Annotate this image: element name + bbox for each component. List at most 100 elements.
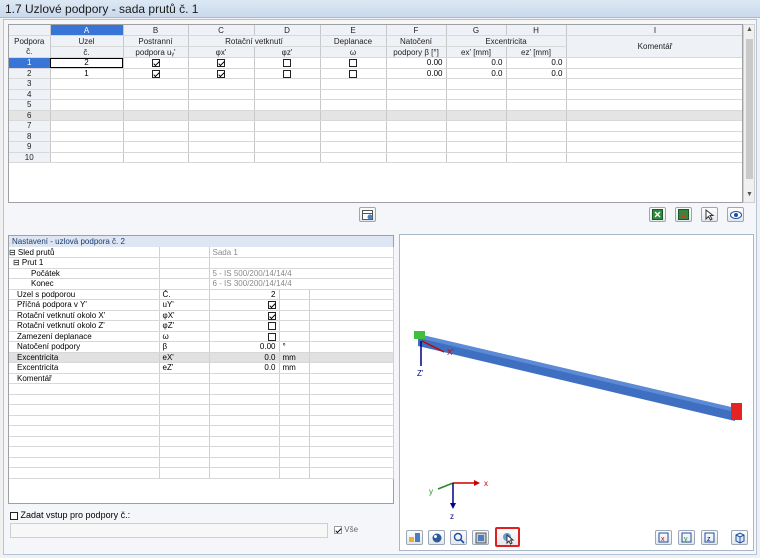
rotation-beta-cell[interactable] xyxy=(386,152,447,163)
warping-cell[interactable] xyxy=(320,68,387,79)
ecc-x-cell[interactable] xyxy=(446,152,507,163)
comment-cell[interactable] xyxy=(566,120,742,132)
row-number[interactable]: 1 xyxy=(9,57,51,69)
lateral-support-cell[interactable] xyxy=(123,68,189,79)
row-number[interactable]: 10 xyxy=(9,152,51,163)
rotation-z-cell[interactable] xyxy=(254,131,321,142)
all-checkbox[interactable]: Vše xyxy=(334,525,358,534)
col-letter-a[interactable]: A xyxy=(50,25,124,36)
row-number[interactable]: 9 xyxy=(9,141,51,153)
rotation-beta-cell[interactable]: 0.00 xyxy=(386,57,447,69)
ecc-z-cell[interactable] xyxy=(506,110,567,121)
warping-cell[interactable] xyxy=(320,99,387,111)
pick-button[interactable] xyxy=(701,207,718,222)
ecc-z-cell[interactable] xyxy=(506,120,567,132)
comment-cell[interactable] xyxy=(566,89,742,100)
lateral-support-cell[interactable] xyxy=(123,131,189,142)
col-letter-d[interactable]: D xyxy=(254,25,321,36)
view-z-button[interactable]: z xyxy=(701,530,718,545)
rotation-beta-cell[interactable]: 0.00 xyxy=(386,68,447,79)
rotation-beta-cell[interactable] xyxy=(386,99,447,111)
settings-row[interactable]: Natočení podpory β 0.00 ° xyxy=(9,341,394,353)
rotation-x-cell-checkbox[interactable] xyxy=(217,59,225,68)
rotation-x-cell-checkbox[interactable] xyxy=(217,69,225,78)
ecc-z-cell[interactable] xyxy=(506,78,567,90)
settings-value[interactable]: 2 xyxy=(209,289,280,300)
warping-cell[interactable] xyxy=(320,131,387,142)
lateral-support-cell[interactable] xyxy=(123,89,189,100)
lateral-support-cell[interactable] xyxy=(123,99,189,111)
warping-cell-checkbox[interactable] xyxy=(349,69,357,78)
rotation-x-cell[interactable] xyxy=(188,152,255,163)
settings-row[interactable]: Excentricita eX' 0.0 mm xyxy=(9,352,394,363)
col-letter-h[interactable]: H xyxy=(506,25,567,36)
rotation-z-cell[interactable] xyxy=(254,99,321,111)
settings-checkbox[interactable] xyxy=(267,301,276,310)
table-row[interactable]: 9 xyxy=(9,141,742,153)
table-row[interactable]: 3 xyxy=(9,78,742,90)
ecc-x-cell[interactable] xyxy=(446,99,507,111)
view-members-button[interactable] xyxy=(406,530,423,545)
settings-row[interactable]: Uzel s podporou Č. 2 xyxy=(9,289,394,300)
view-x-button[interactable]: x xyxy=(655,530,672,545)
input-checkbox-box[interactable] xyxy=(10,511,18,520)
member-preview[interactable]: X' Z' x y z xyxy=(399,234,754,551)
rotation-x-cell[interactable] xyxy=(188,131,255,142)
rotation-z-cell[interactable] xyxy=(254,141,321,153)
rotation-x-cell[interactable] xyxy=(188,68,255,79)
import-button[interactable] xyxy=(649,207,666,222)
node-cell[interactable] xyxy=(50,141,124,153)
lateral-support-cell[interactable] xyxy=(123,110,189,121)
ecc-z-cell[interactable]: 0.0 xyxy=(506,57,567,69)
settings-row[interactable]: Příčná podpora v Y' uY' xyxy=(9,299,394,311)
settings-row[interactable]: ⊟ Prut 1 xyxy=(9,257,394,269)
settings-row[interactable]: Excentricita eZ' 0.0 mm xyxy=(9,362,394,374)
row-number[interactable]: 7 xyxy=(9,120,51,132)
table-row[interactable]: 8 xyxy=(9,131,742,142)
zoom-button[interactable] xyxy=(450,530,467,545)
comment-cell[interactable] xyxy=(566,131,742,142)
comment-cell[interactable] xyxy=(566,68,742,79)
warping-cell[interactable] xyxy=(320,110,387,121)
rotation-z-cell[interactable] xyxy=(254,57,321,69)
settings-row[interactable]: ⊟ Sled prutů Sada 1 xyxy=(9,247,394,258)
settings-value[interactable] xyxy=(209,299,280,311)
node-cell[interactable] xyxy=(50,120,124,132)
col-letter-g[interactable]: G xyxy=(446,25,507,36)
rotation-x-cell[interactable] xyxy=(188,120,255,132)
ecc-x-cell[interactable] xyxy=(446,131,507,142)
table-row[interactable]: 1 2 0.00 0.0 0.0 xyxy=(9,57,742,69)
lateral-support-cell[interactable] xyxy=(123,141,189,153)
ecc-z-cell[interactable] xyxy=(506,152,567,163)
lateral-support-cell[interactable] xyxy=(123,120,189,132)
lateral-support-cell[interactable] xyxy=(123,152,189,163)
ecc-x-cell[interactable] xyxy=(446,120,507,132)
rotation-x-cell[interactable] xyxy=(188,110,255,121)
row-number[interactable]: 5 xyxy=(9,99,51,111)
node-cell[interactable]: 2 xyxy=(50,57,124,69)
view-render-button[interactable] xyxy=(428,530,445,545)
settings-checkbox[interactable] xyxy=(267,332,276,341)
table-row[interactable]: 2 1 0.00 0.0 0.0 xyxy=(9,68,742,79)
table-row[interactable]: 4 xyxy=(9,89,742,100)
col-letter-f[interactable]: F xyxy=(386,25,447,36)
node-cell[interactable] xyxy=(50,152,124,163)
settings-value[interactable] xyxy=(209,310,280,321)
row-number[interactable]: 2 xyxy=(9,68,51,79)
view-y-button[interactable]: y xyxy=(678,530,695,545)
section-view-button[interactable] xyxy=(472,530,489,545)
rotation-x-cell[interactable] xyxy=(188,141,255,153)
ecc-z-cell[interactable] xyxy=(506,141,567,153)
node-cell[interactable] xyxy=(50,78,124,90)
lateral-support-cell-checkbox[interactable] xyxy=(151,59,160,68)
table-row[interactable]: 6 xyxy=(9,110,742,121)
settings-row[interactable]: Konec 6 - IS 300/200/14/14/4 xyxy=(9,278,394,290)
node-cell[interactable] xyxy=(50,89,124,100)
rotation-z-cell[interactable] xyxy=(254,152,321,163)
ecc-x-cell[interactable] xyxy=(446,110,507,121)
node-cell[interactable]: 1 xyxy=(50,68,124,79)
warping-cell[interactable] xyxy=(320,89,387,100)
settings-row[interactable]: Počátek 5 - IS 500/200/14/14/4 xyxy=(9,268,394,279)
export-button[interactable] xyxy=(675,207,692,222)
comment-cell[interactable] xyxy=(566,57,742,69)
